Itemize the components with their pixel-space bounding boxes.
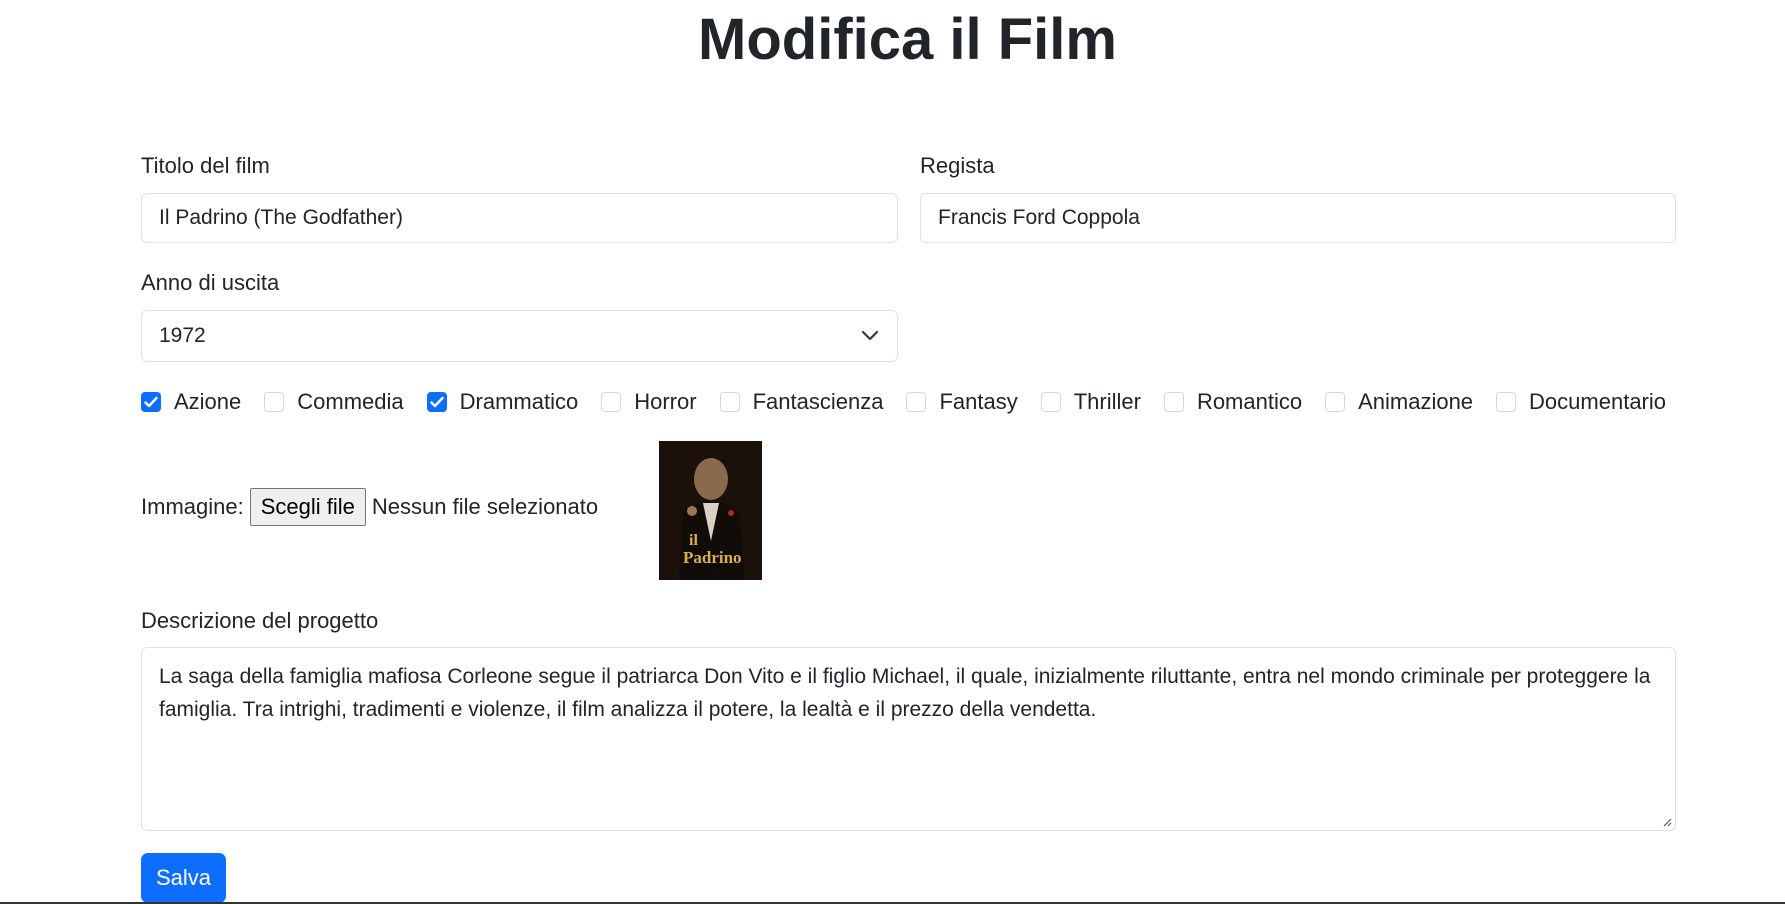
genre-label: Romantico <box>1196 389 1303 414</box>
title-input[interactable]: Il Padrino (The Godfather) <box>141 193 898 243</box>
genre-label: Drammatico <box>459 389 579 414</box>
file-status: Nessun file selezionato <box>371 494 599 519</box>
checkbox[interactable] <box>141 392 161 412</box>
chevron-down-icon <box>861 330 879 341</box>
genre-label: Fantasy <box>939 389 1018 414</box>
checkbox[interactable] <box>264 392 285 412</box>
genre-label: Thriller <box>1073 389 1141 414</box>
title-input-value: Il Padrino (The Godfather) <box>159 206 403 229</box>
checkbox[interactable] <box>601 392 622 412</box>
genre-checkbox-drammatico[interactable]: Drammatico <box>426 389 579 415</box>
description-text: La saga della famiglia mafiosa Corleone … <box>159 665 1651 721</box>
description-textarea[interactable]: La saga della famiglia mafiosa Corleone … <box>141 647 1676 831</box>
checkmark-icon <box>429 396 444 408</box>
director-label: Regista <box>920 153 995 178</box>
genre-checkbox-group: Azione Commedia Drammatico Horror Fantascien… <box>141 389 1689 415</box>
genre-checkbox-documentario[interactable]: Documentario <box>1496 389 1666 415</box>
image-label: Immagine: <box>141 494 244 519</box>
resize-grip-icon[interactable] <box>1662 817 1672 827</box>
genre-checkbox-thriller[interactable]: Thriller <box>1040 389 1141 415</box>
checkbox[interactable] <box>1040 392 1061 412</box>
genre-label: Animazione <box>1358 389 1474 414</box>
director-input[interactable]: Francis Ford Coppola <box>920 193 1676 243</box>
genre-checkbox-romantico[interactable]: Romantico <box>1163 389 1303 415</box>
year-select[interactable]: 1972 <box>141 310 898 362</box>
director-input-value: Francis Ford Coppola <box>938 206 1140 229</box>
genre-checkbox-azione[interactable]: Azione <box>141 389 241 415</box>
genre-checkbox-horror[interactable]: Horror <box>601 389 697 415</box>
genre-label: Azione <box>174 389 242 414</box>
genre-checkbox-animazione[interactable]: Animazione <box>1325 389 1473 415</box>
year-label: Anno di uscita <box>141 270 280 295</box>
genre-checkbox-fantascienza[interactable]: Fantascienza <box>719 389 884 415</box>
genre-label: Documentario <box>1529 389 1666 414</box>
genre-label: Fantascienza <box>752 389 884 414</box>
checkbox[interactable] <box>426 392 447 412</box>
movie-poster-image: il Padrino <box>659 441 762 580</box>
save-button[interactable]: Salva <box>141 853 226 903</box>
checkbox[interactable] <box>719 392 740 412</box>
description-label: Descrizione del progetto <box>141 608 379 633</box>
year-select-value: 1972 <box>159 324 206 347</box>
checkbox[interactable] <box>1325 392 1346 412</box>
title-label: Titolo del film <box>141 153 270 178</box>
genre-checkbox-commedia[interactable]: Commedia <box>264 389 404 415</box>
genre-label: Commedia <box>297 389 404 414</box>
checkbox[interactable] <box>1163 392 1184 412</box>
poster-title-line2: Padrino <box>683 548 742 567</box>
genre-checkbox-fantasy[interactable]: Fantasy <box>906 389 1018 415</box>
genre-label: Horror <box>634 389 697 414</box>
image-field: Immagine: Scegli file Nessun file selezi… <box>141 488 598 526</box>
checkbox[interactable] <box>1496 392 1517 412</box>
choose-file-button[interactable]: Scegli file <box>249 488 366 526</box>
checkbox[interactable] <box>906 392 927 412</box>
page-title: Modifica il Film <box>698 7 1117 72</box>
checkmark-icon <box>144 396 158 408</box>
poster-title-line1: il <box>689 532 698 549</box>
